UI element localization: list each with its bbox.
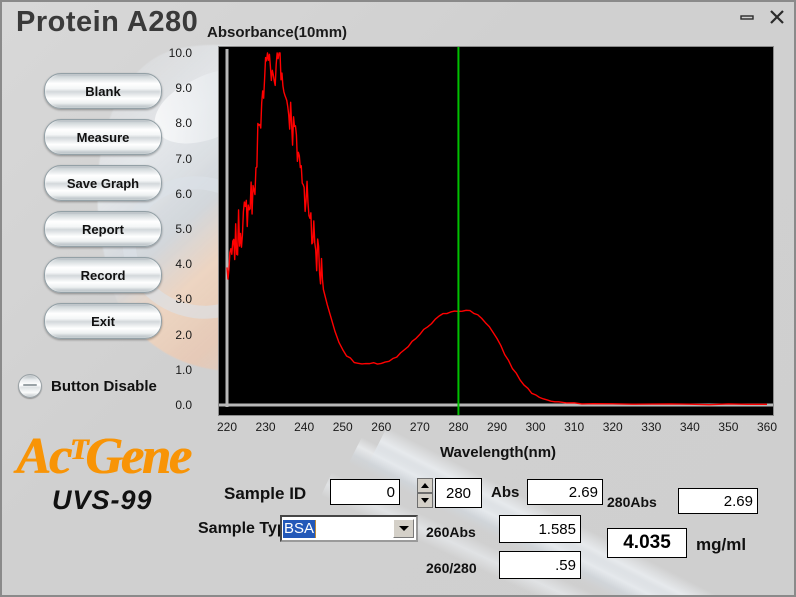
concentration-value: 4.035 — [607, 528, 687, 558]
button-disable-toggle[interactable]: Button Disable — [18, 374, 157, 398]
abs-label: Abs — [491, 484, 520, 501]
abs280-label: 280Abs — [607, 494, 657, 510]
wavelength-input[interactable]: 280 — [435, 478, 482, 508]
exit-button-label: Exit — [91, 313, 115, 329]
action-button-column: Blank Measure Save Graph Report Record E… — [44, 73, 162, 349]
measurement-form: Sample ID 0 280 Abs 2.69 280Abs 2.69 Sam… — [2, 472, 794, 595]
y-tick-label: 2.0 — [175, 327, 192, 342]
x-tick-label: 300 — [525, 420, 546, 434]
measure-button-label: Measure — [76, 129, 130, 145]
stepper-down-icon[interactable] — [417, 493, 433, 508]
save-graph-button[interactable]: Save Graph — [44, 165, 162, 201]
y-tick-label: 5.0 — [175, 222, 192, 236]
x-tick-label: 280 — [448, 420, 469, 434]
save-graph-button-label: Save Graph — [66, 175, 140, 191]
y-tick-label: 3.0 — [175, 292, 192, 307]
stepper-up-icon[interactable] — [417, 478, 433, 493]
protein-a280-window: Protein A280 Absorbance(10mm) Blank Meas… — [0, 0, 796, 597]
chevron-down-icon[interactable] — [393, 519, 414, 538]
y-tick-label: 1.0 — [175, 362, 192, 377]
x-tick-label: 260 — [371, 420, 392, 434]
chart-caption: Absorbance(10mm) — [207, 24, 348, 41]
y-tick-label: 0.0 — [175, 398, 192, 412]
ratio-value: .59 — [499, 551, 581, 579]
x-tick-label: 360 — [756, 420, 778, 434]
sample-type-value: BSA — [283, 519, 317, 538]
abs280-value: 2.69 — [678, 488, 758, 514]
sample-id-label: Sample ID — [224, 484, 307, 503]
blank-button[interactable]: Blank — [44, 73, 162, 109]
wavelength-stepper[interactable] — [417, 478, 433, 508]
logo-letter-t: T — [69, 433, 88, 466]
x-tick-label: 310 — [564, 420, 585, 434]
exit-button[interactable]: Exit — [44, 303, 162, 339]
y-tick-label: 4.0 — [175, 257, 192, 272]
title-bar: Protein A280 Absorbance(10mm) — [2, 2, 794, 41]
x-tick-label: 220 — [216, 420, 238, 434]
sample-type-select[interactable]: BSA — [280, 515, 418, 542]
y-tick-label: 9.0 — [175, 81, 192, 96]
x-tick-label: 250 — [332, 420, 353, 434]
x-tick-label: 270 — [409, 420, 430, 434]
x-axis-label: Wavelength(nm) — [439, 444, 557, 461]
concentration-unit: mg/ml — [696, 535, 747, 554]
page-title: Protein A280 — [16, 6, 199, 38]
sample-id-input[interactable]: 0 — [330, 479, 400, 505]
spectrum-svg — [219, 47, 773, 415]
report-button-label: Report — [82, 221, 124, 237]
window-controls — [738, 8, 786, 26]
blank-button-label: Blank — [85, 83, 121, 99]
x-tick-label: 290 — [486, 420, 508, 434]
ratio-label: 260/280 — [426, 560, 477, 576]
plot-area[interactable] — [218, 46, 774, 416]
x-tick-label: 330 — [641, 420, 662, 434]
abs-value: 2.69 — [527, 479, 603, 505]
report-button[interactable]: Report — [44, 211, 162, 247]
close-icon[interactable] — [768, 8, 786, 26]
toggle-knob-icon — [18, 374, 42, 398]
y-tick-label: 6.0 — [175, 186, 192, 201]
minimize-icon[interactable] — [738, 8, 756, 26]
y-tick-label: 8.0 — [175, 116, 192, 131]
measure-button[interactable]: Measure — [44, 119, 162, 155]
x-tick-label: 340 — [679, 420, 700, 434]
abs260-label: 260Abs — [426, 524, 476, 540]
spectrum-chart: 0.0 1.0 2.0 3.0 4.0 5.0 6.0 7.0 8.0 9.0 10.0 220 23… — [169, 46, 778, 461]
x-tick-label: 350 — [718, 420, 739, 434]
x-tick-label: 240 — [294, 420, 315, 434]
abs260-value: 1.585 — [499, 515, 581, 543]
x-tick-label: 320 — [602, 420, 623, 434]
button-disable-label: Button Disable — [51, 377, 157, 395]
x-tick-label: 230 — [255, 420, 276, 434]
y-tick-label: 7.0 — [175, 151, 192, 166]
y-tick-label: 10.0 — [168, 46, 192, 60]
record-button[interactable]: Record — [44, 257, 162, 293]
record-button-label: Record — [80, 267, 126, 283]
